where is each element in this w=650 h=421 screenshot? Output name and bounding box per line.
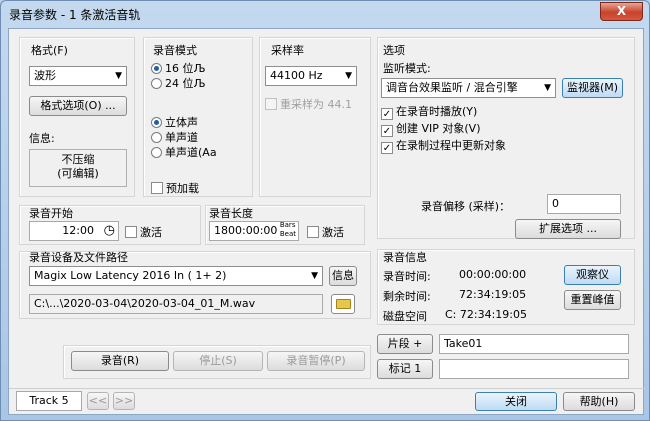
radio-24bit-label: 24 位Љ	[165, 77, 206, 90]
title-bar: 录音参数 - 1 条激活音轨 X	[1, 1, 649, 27]
device-select[interactable]: Magix Low Latency 2016 In ( 1+ 2) ▼	[29, 266, 323, 286]
record-start-label: 录音开始	[29, 207, 73, 220]
radio-24bit[interactable]: 24 位Љ	[151, 75, 206, 91]
radio-mono-label: 单声道	[165, 131, 198, 144]
samplerate-select[interactable]: 44100 Hz ▼	[265, 66, 357, 86]
record-length-input[interactable]: 1800:00:00 Bars Beat	[209, 221, 299, 241]
marker-button[interactable]: 标记 1	[377, 359, 433, 379]
monitor-button[interactable]: 监视器(M)	[562, 78, 623, 98]
samplerate-label: 采样率	[271, 44, 304, 57]
segment-name-input[interactable]: Take01	[439, 334, 629, 354]
update-object-label: 在录制过程中更新对象	[396, 139, 506, 152]
device-value: Magix Low Latency 2016 In ( 1+ 2)	[34, 269, 227, 282]
monitor-mode-value: 调音台效果监听 / 混合引擎	[386, 81, 518, 94]
preload-label: 预加载	[166, 182, 199, 195]
mode-label: 录音模式	[153, 44, 197, 57]
browse-folder-button[interactable]	[331, 294, 355, 314]
unit-bars: Bars	[279, 221, 296, 229]
radio-16bit-label: 16 位Љ	[165, 62, 206, 75]
monitor-mode-select[interactable]: 调音台效果监听 / 混合引擎 ▼	[381, 78, 556, 98]
format-options-button[interactable]: 格式选项(O) ...	[29, 96, 127, 116]
preload-checkbox[interactable]: 预加载	[151, 180, 199, 196]
create-vip-checkbox[interactable]: ✓ 创建 VIP 对象(V)	[381, 120, 481, 137]
info-line-1: 不压缩	[61, 153, 95, 166]
record-time-value: 00:00:00:00	[459, 268, 527, 281]
format-label: 格式(F)	[31, 44, 68, 57]
file-path-field[interactable]: C:\...\2020-03-04\2020-03-04_01_M.wav	[29, 294, 323, 314]
footer-bar: Track 5 << >> 关闭 帮助(H)	[9, 388, 645, 414]
record-length-label: 录音长度	[209, 207, 253, 220]
record-time-label: 录音时间:	[383, 270, 431, 283]
radio-mono[interactable]: 单声道	[151, 129, 198, 145]
record-start-time: 12:00	[62, 224, 94, 237]
chevron-down-icon: ▼	[345, 71, 352, 81]
update-object-checkbox[interactable]: ✓ 在录制过程中更新对象	[381, 137, 506, 154]
format-select[interactable]: 波形 ▼	[29, 66, 127, 86]
info-line-2: (可编辑)	[57, 167, 99, 180]
record-offset-label: 录音偏移 (采样)：	[421, 200, 511, 213]
remaining-time-label: 剩余时间:	[383, 290, 431, 303]
folder-icon	[335, 299, 351, 309]
monitor-mode-label: 监听模式:	[383, 62, 431, 75]
device-info-button[interactable]: 信息	[329, 266, 357, 286]
stop-button[interactable]: 停止(S)	[173, 351, 263, 371]
info-label: 信息:	[29, 132, 55, 145]
dialog-window: 录音参数 - 1 条激活音轨 X 格式(F) 波形 ▼ 格式选项(O) ... 信…	[0, 0, 650, 421]
radio-mono-2[interactable]: 单声道(Аа	[151, 144, 217, 160]
clock-icon: ◷	[103, 223, 115, 238]
track-tab[interactable]: Track 5	[16, 391, 82, 411]
play-during-record-checkbox[interactable]: ✓ 在录音时播放(Y)	[381, 103, 477, 120]
samplerate-value: 44100 Hz	[270, 69, 323, 82]
reset-peak-button[interactable]: 重置峰值	[564, 290, 621, 310]
play-during-record-label: 在录音时播放(Y)	[396, 105, 478, 118]
window-close-button[interactable]: X	[600, 2, 643, 21]
record-button[interactable]: 录音(R)	[71, 351, 169, 371]
help-button[interactable]: 帮助(H)	[563, 392, 635, 411]
prev-track-button[interactable]: <<	[87, 392, 109, 410]
remaining-time-value: 72:34:19:05	[459, 288, 527, 301]
chevron-down-icon: ▼	[115, 71, 122, 81]
extended-options-button[interactable]: 扩展选项 ...	[515, 219, 621, 239]
disk-space-label: 磁盘空间	[383, 310, 427, 323]
radio-stereo[interactable]: 立体声	[151, 114, 198, 130]
options-label: 选项	[383, 44, 405, 57]
record-length-time: 1800:00:00	[214, 224, 278, 237]
close-button[interactable]: 关闭	[475, 392, 557, 411]
segment-button[interactable]: 片段 +	[377, 334, 433, 354]
marker-name-input[interactable]	[439, 359, 629, 379]
resample-label: 重采样为 44.1	[280, 98, 352, 111]
bars-beat-units: Bars Beat	[279, 221, 296, 239]
record-start-input[interactable]: 12:00 ◷	[29, 221, 119, 241]
next-track-button[interactable]: >>	[113, 392, 135, 410]
record-length-activate-checkbox[interactable]: 激活	[307, 224, 344, 240]
unit-beat: Beat	[279, 230, 296, 238]
pause-record-button[interactable]: 录音暂停(P)	[267, 351, 365, 371]
radio-stereo-label: 立体声	[165, 116, 198, 129]
observe-button[interactable]: 观察仪	[564, 265, 621, 285]
record-offset-input[interactable]: 0	[547, 194, 621, 214]
record-length-activate-label: 激活	[322, 226, 344, 239]
format-info-box: 不压缩 (可编辑)	[29, 149, 127, 187]
chevron-down-icon: ▼	[544, 83, 551, 93]
device-label: 录音设备及文件路径	[29, 251, 128, 264]
format-value: 波形	[34, 69, 56, 82]
disk-space-value: C: 72:34:19:05	[445, 308, 527, 321]
dialog-client: 格式(F) 波形 ▼ 格式选项(O) ... 信息: 不压缩 (可编辑) 录音模式…	[8, 28, 645, 415]
record-start-activate-label: 激活	[140, 226, 162, 239]
resample-checkbox[interactable]: 重采样为 44.1	[265, 96, 352, 112]
radio-16bit[interactable]: 16 位Љ	[151, 60, 206, 76]
radio-mono-2-label: 单声道(Аа	[165, 146, 217, 159]
window-title: 录音参数 - 1 条激活音轨	[9, 8, 141, 22]
samplerate-group	[259, 37, 371, 197]
record-start-activate-checkbox[interactable]: 激活	[125, 224, 162, 240]
chevron-down-icon: ▼	[311, 271, 318, 281]
record-info-label: 录音信息	[383, 251, 427, 264]
create-vip-label: 创建 VIP 对象(V)	[396, 122, 481, 135]
